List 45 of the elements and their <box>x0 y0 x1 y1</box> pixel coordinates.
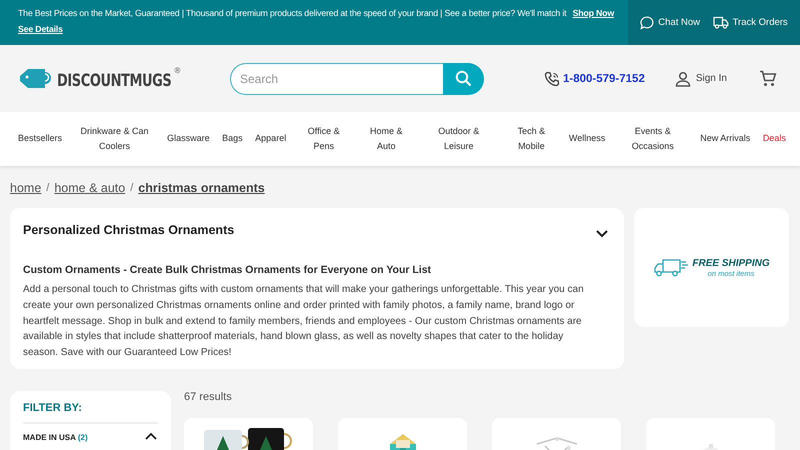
nav-link[interactable]: Home & Auto <box>361 124 412 154</box>
filter-group-label[interactable]: MADE IN USA (2) <box>23 432 88 442</box>
nav-link[interactable]: Glassware <box>167 131 210 147</box>
mug-logo-icon[interactable] <box>18 66 54 90</box>
filter-title: FILTER BY: <box>23 402 158 424</box>
nav-link[interactable]: Tech & Mobile <box>506 124 556 154</box>
nav-link[interactable]: New Arrivals <box>700 131 750 147</box>
search-field[interactable]: Search <box>230 62 443 94</box>
nav-link[interactable]: Bestsellers <box>18 131 62 147</box>
chat-link[interactable]: Chat Now <box>658 17 700 28</box>
nav-link[interactable]: Drinkware & Can Coolers <box>74 124 155 154</box>
cart-icon[interactable] <box>758 70 777 87</box>
track-orders-link[interactable]: Track Orders <box>732 17 788 28</box>
phone-icon <box>544 70 560 86</box>
nav-link[interactable]: Events & Occasions <box>618 124 688 154</box>
search-button[interactable] <box>443 62 484 94</box>
promo-message: The Best Prices on the Market, Guaranteed | Thousand of premium products delivered at the speed of your brand | See a better price? We'll match it <box>18 8 566 18</box>
user-icon[interactable] <box>674 70 691 86</box>
breadcrumb-separator: / <box>130 182 134 194</box>
category-title: Personalized Christmas Ornaments <box>23 223 234 237</box>
chat-bubble-icon[interactable] <box>640 16 654 30</box>
promo-link[interactable]: See Details <box>18 24 63 34</box>
logo-text[interactable]: DISCOUNTMUGS <box>57 71 172 91</box>
nav-link[interactable]: Wellness <box>568 131 606 147</box>
sign-in-link[interactable]: Sign In <box>696 73 727 84</box>
breadcrumb-link[interactable]: home <box>10 180 42 194</box>
registered-mark: ® <box>174 66 180 75</box>
promo-link[interactable]: Shop Now <box>572 8 614 18</box>
category-description: Add a personal touch to Christmas gifts with custom ornaments that will make your gatherings unforgettable. This year you can create your own personalized Christmas ornaments online and order printed with family photos, a family name, brand logo or heartfelt message. Shop in bulk and extend to family members, friends and employees - Our custom Christmas ornaments are available in styles that include shatterproof materials, hand blown glass, as well as novelty shapes that cater to the holiday season. Save with our Guaranteed Low Prices! <box>23 283 585 360</box>
breadcrumb-link[interactable]: home & auto <box>54 180 126 194</box>
truck-icon[interactable] <box>712 16 729 29</box>
breadcrumb-separator: / <box>46 182 50 194</box>
nav-link[interactable]: Office & Pens <box>298 124 349 154</box>
product-card[interactable] <box>184 418 313 450</box>
nav-link[interactable]: Outdoor & Leisure <box>424 124 494 154</box>
search-icon <box>455 70 472 87</box>
breadcrumb-link[interactable]: christmas ornaments <box>138 180 265 194</box>
nav-link[interactable]: Apparel <box>255 131 286 147</box>
delivery-truck-icon <box>653 258 690 276</box>
nav-link[interactable]: Deals <box>762 131 786 147</box>
nav-link[interactable]: Bags <box>222 131 243 147</box>
phone-number[interactable]: 1-800-579-7152 <box>563 72 645 84</box>
results-count: 67 results <box>184 391 233 403</box>
free-shipping-title: FREE SHIPPING <box>692 258 770 268</box>
category-subtitle: Custom Ornaments - Create Bulk Christmas Ornaments for Everyone on Your List <box>23 264 432 276</box>
